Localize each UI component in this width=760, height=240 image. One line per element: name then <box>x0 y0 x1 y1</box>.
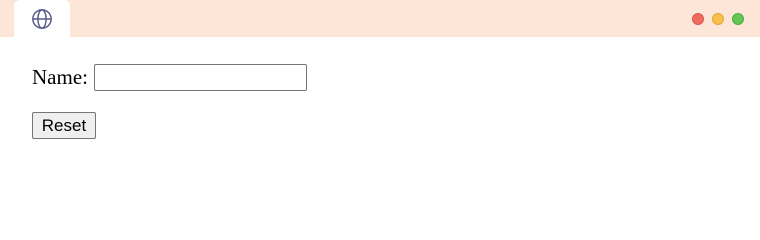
browser-window: Name: Reset <box>0 0 760 221</box>
name-label: Name: <box>32 64 88 89</box>
browser-tab[interactable] <box>14 0 70 38</box>
maximize-window-button[interactable] <box>732 13 744 25</box>
name-row: Name: <box>32 62 307 92</box>
globe-icon <box>32 9 52 29</box>
minimize-window-button[interactable] <box>712 13 724 25</box>
window-controls <box>692 13 744 25</box>
title-bar <box>0 0 760 38</box>
reset-button[interactable]: Reset <box>32 112 96 139</box>
close-window-button[interactable] <box>692 13 704 25</box>
page-content: Name: Reset <box>32 62 307 139</box>
name-input[interactable] <box>93 63 307 91</box>
